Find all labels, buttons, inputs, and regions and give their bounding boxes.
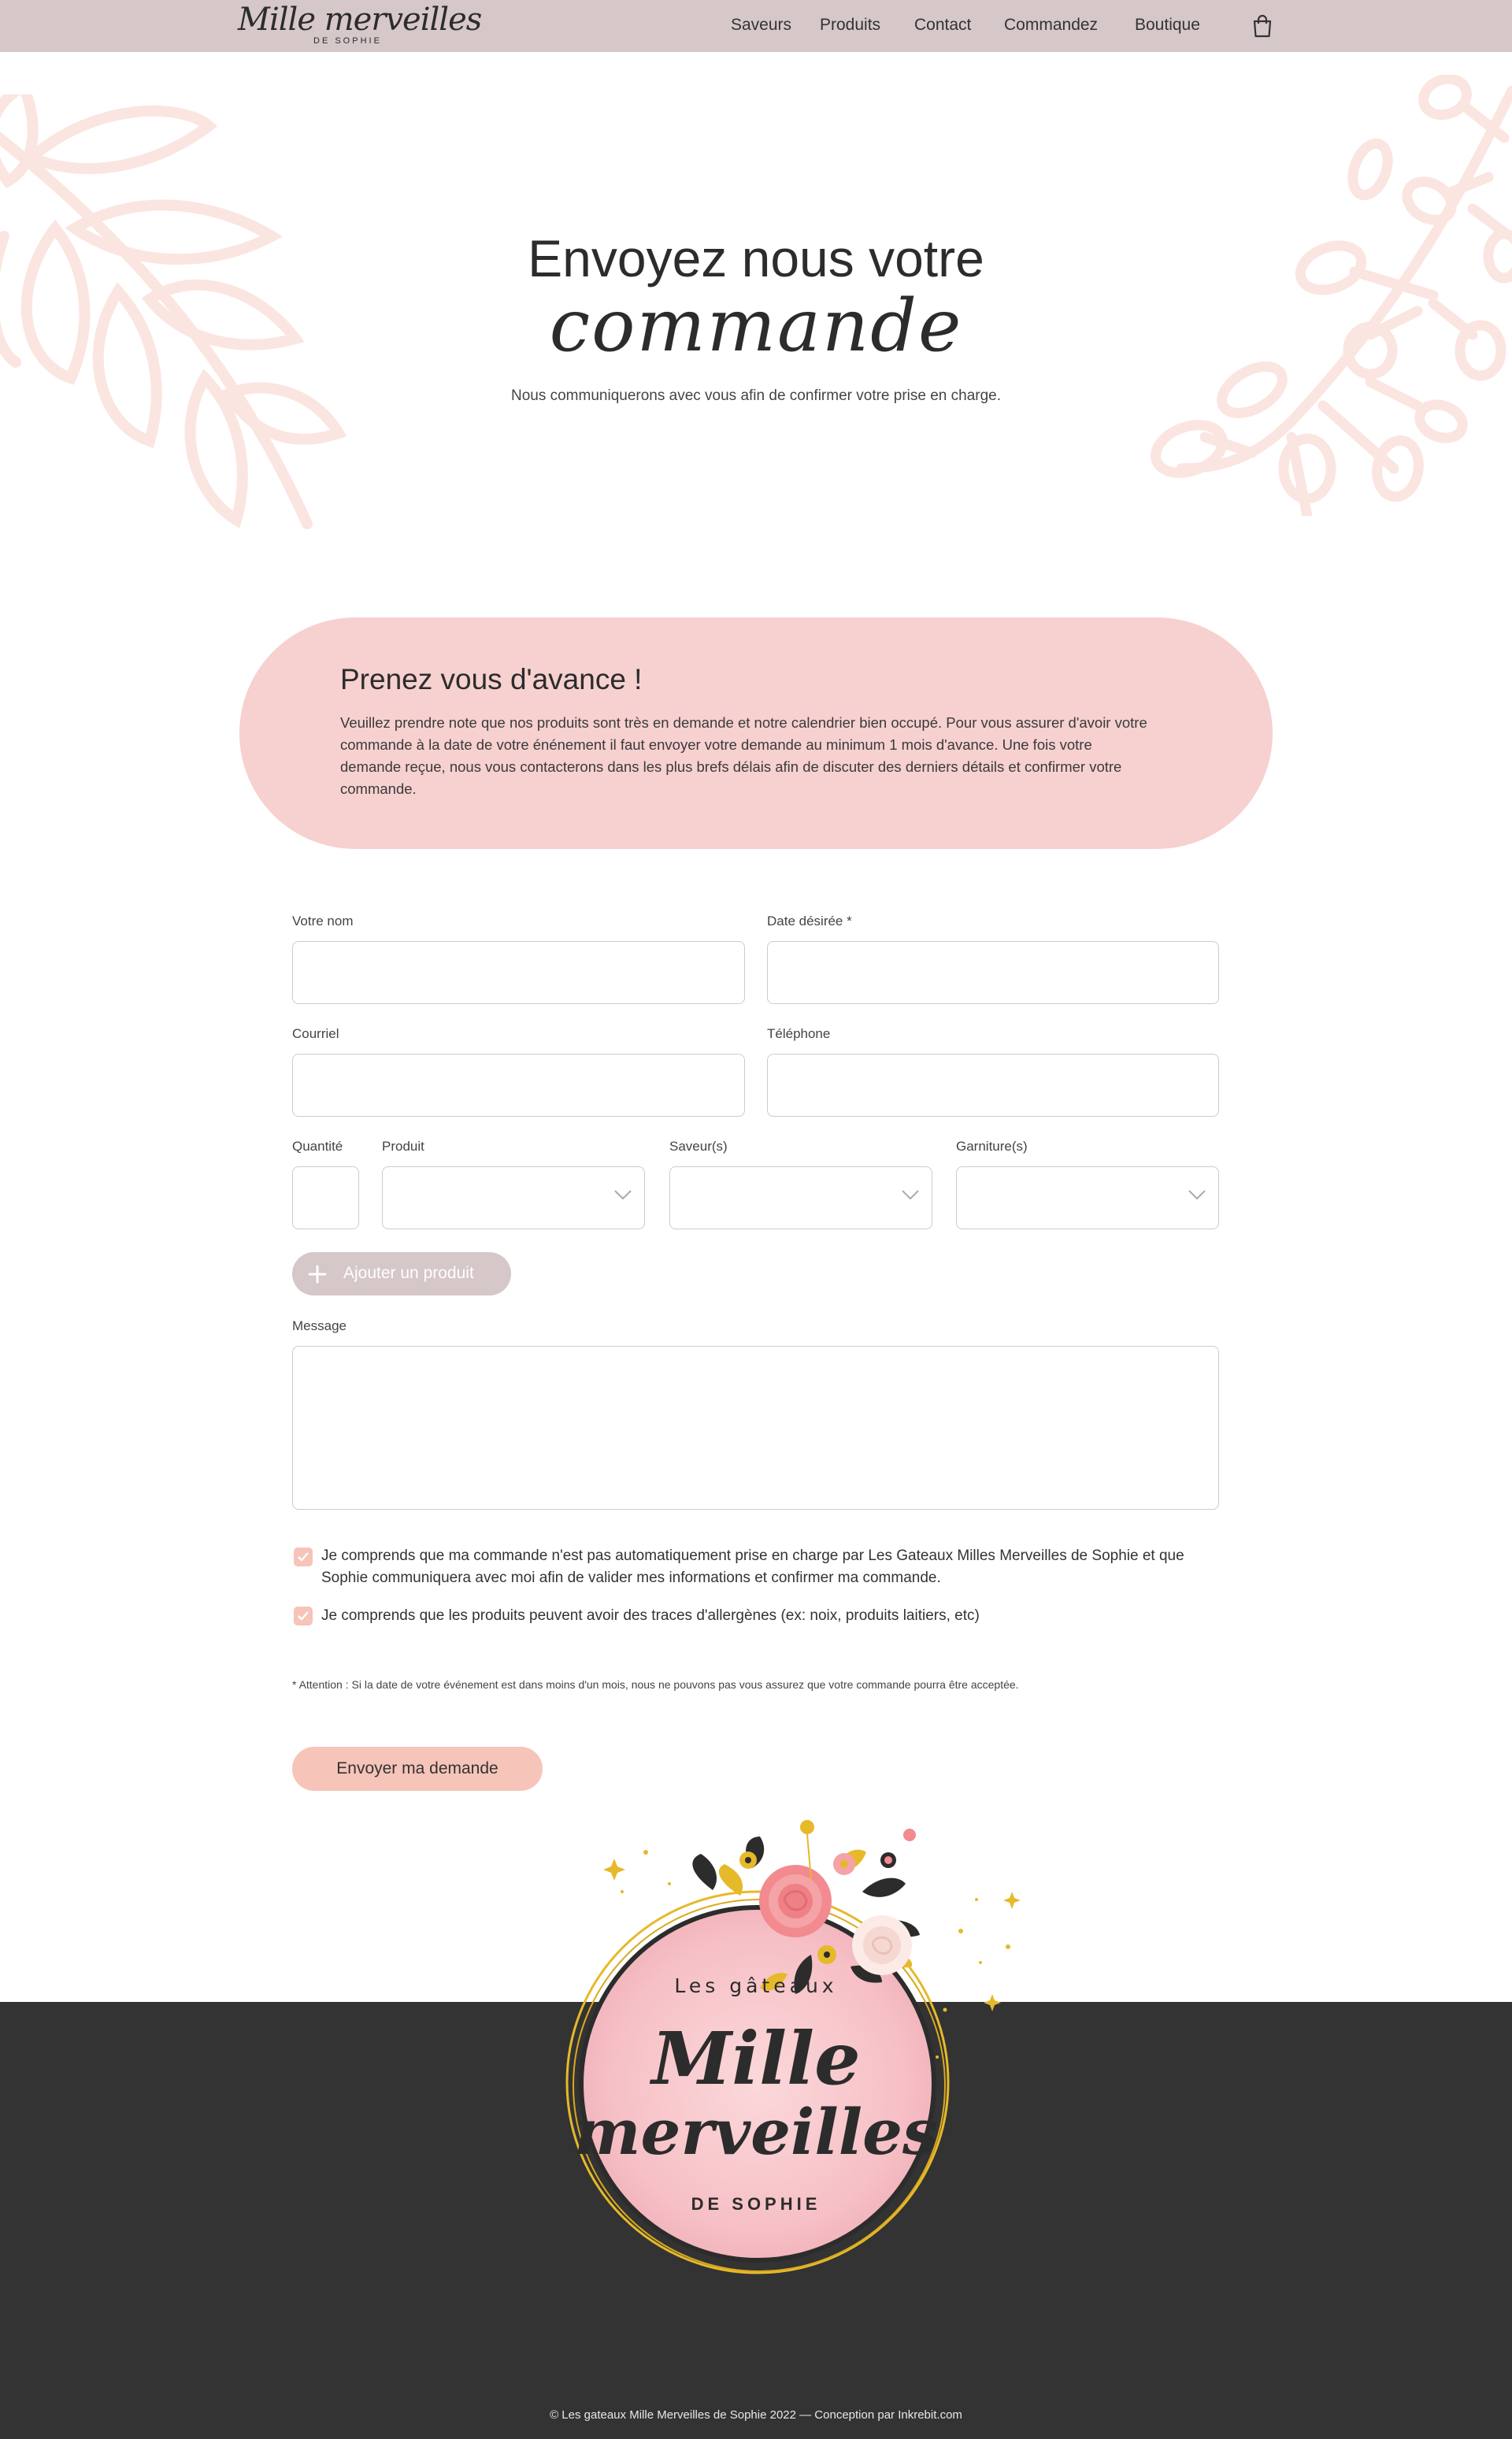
logo-subtitle: DE SOPHIE xyxy=(313,36,382,46)
name-label: Votre nom xyxy=(292,914,354,929)
badge-text-de-sophie: DE SOPHIE xyxy=(691,2194,821,2214)
flavor-label: Saveur(s) xyxy=(669,1139,728,1154)
confirmation-checkbox[interactable] xyxy=(294,1548,313,1566)
nav-link-produits[interactable]: Produits xyxy=(820,16,880,35)
notice-title: Prenez vous d'avance ! xyxy=(340,663,643,695)
attention-note: * Attention : Si la date de votre événem… xyxy=(292,1678,1019,1691)
date-field[interactable] xyxy=(767,941,1219,1004)
quantity-field[interactable] xyxy=(292,1166,359,1229)
page-title-script: commande xyxy=(549,284,963,368)
chevron-down-icon xyxy=(902,1190,919,1200)
date-label: Date désirée * xyxy=(767,914,852,929)
allergen-checkbox[interactable] xyxy=(294,1607,313,1625)
add-product-label: Ajouter un produit xyxy=(343,1264,474,1282)
name-field[interactable] xyxy=(292,941,745,1004)
nav-link-saveurs[interactable]: Saveurs xyxy=(731,16,791,35)
topping-label: Garniture(s) xyxy=(956,1139,1028,1154)
badge-text-top: Les gâteaux xyxy=(674,1974,838,1997)
email-label: Courriel xyxy=(292,1026,339,1041)
badge-text-merveilles: merveilles xyxy=(573,2095,939,2169)
shopping-bag-icon[interactable] xyxy=(1251,14,1273,38)
nav-link-commandez[interactable]: Commandez xyxy=(1004,16,1098,35)
notice-body: Veuillez prendre note que nos produits s… xyxy=(340,714,1147,797)
add-product-button[interactable]: Ajouter un produit xyxy=(292,1252,511,1295)
chevron-down-icon xyxy=(614,1190,632,1200)
copyright-text[interactable]: © Les gateaux Mille Merveilles de Sophie… xyxy=(0,2408,1512,2422)
message-label: Message xyxy=(292,1318,346,1333)
plus-icon xyxy=(308,1265,327,1284)
email-field[interactable] xyxy=(292,1054,745,1117)
advance-notice-banner: Prenez vous d'avance ! Veuillez prendre … xyxy=(239,617,1273,849)
page-title: Envoyez nous votre xyxy=(528,229,984,287)
message-field[interactable] xyxy=(292,1346,1219,1510)
flavor-select[interactable] xyxy=(669,1166,932,1229)
nav-link-contact[interactable]: Contact xyxy=(914,16,971,35)
submit-button[interactable]: Envoyer ma demande xyxy=(292,1747,543,1791)
allergen-text: Je comprends que les produits peuvent av… xyxy=(321,1607,980,1624)
logo-wordmark: Mille merveilles xyxy=(238,2,482,38)
topping-select[interactable] xyxy=(956,1166,1219,1229)
top-navbar: Mille merveilles DE SOPHIE Saveurs Produ… xyxy=(0,0,1512,52)
badge-text-mille: Mille xyxy=(651,2016,861,2101)
checkmark-icon xyxy=(298,1611,309,1621)
product-label: Produit xyxy=(382,1139,424,1154)
quantity-label: Quantité xyxy=(292,1139,343,1154)
product-select[interactable] xyxy=(382,1166,645,1229)
checkmark-icon xyxy=(298,1552,309,1562)
nav-link-boutique[interactable]: Boutique xyxy=(1135,16,1200,35)
phone-label: Téléphone xyxy=(767,1026,831,1041)
site-logo[interactable]: Mille merveilles DE SOPHIE xyxy=(238,2,482,50)
phone-field[interactable] xyxy=(767,1054,1219,1117)
page-subtitle: Nous communiquerons avec vous afin de co… xyxy=(510,387,1002,404)
confirmation-text: Je comprends que ma commande n'est pas a… xyxy=(321,1548,1184,1586)
chevron-down-icon xyxy=(1188,1190,1206,1200)
